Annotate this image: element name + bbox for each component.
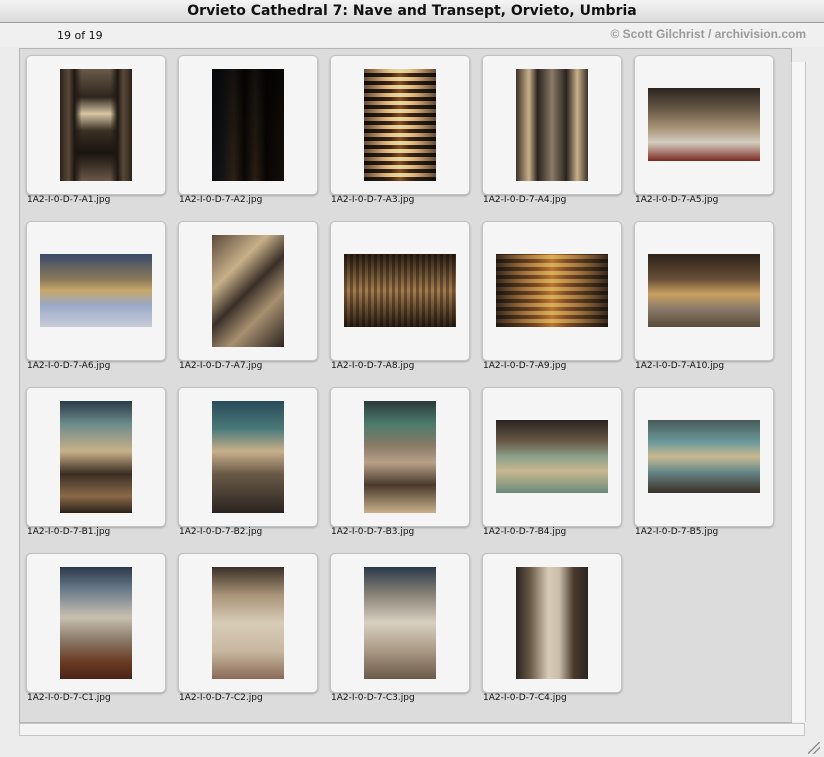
thumbnail-filename[interactable]: 1A2-I-0-D-7-A6.jpg xyxy=(27,361,110,371)
thumbnail-item[interactable]: 1A2-I-0-D-7-A10.jpg xyxy=(634,221,774,381)
thumbnail-frame[interactable] xyxy=(634,55,774,195)
thumbnail-item[interactable]: 1A2-I-0-D-7-C4.jpg xyxy=(482,553,622,713)
thumbnail-image[interactable] xyxy=(212,69,284,181)
thumbnail-filename[interactable]: 1A2-I-0-D-7-A5.jpg xyxy=(635,195,718,205)
thumbnail-filename[interactable]: 1A2-I-0-D-7-A7.jpg xyxy=(179,361,262,371)
thumbnail-filename[interactable]: 1A2-I-0-D-7-C2.jpg xyxy=(179,693,263,703)
thumbnail-frame[interactable] xyxy=(330,387,470,527)
vertical-scrollbar[interactable] xyxy=(791,62,806,722)
thumbnail-filename[interactable]: 1A2-I-0-D-7-A9.jpg xyxy=(483,361,566,371)
thumbnail-frame[interactable] xyxy=(26,387,166,527)
thumbnail-frame[interactable] xyxy=(482,387,622,527)
thumbnail-item[interactable]: 1A2-I-0-D-7-B1.jpg xyxy=(26,387,166,547)
thumbnail-item[interactable]: 1A2-I-0-D-7-C1.jpg xyxy=(26,553,166,713)
thumbnail-item[interactable]: 1A2-I-0-D-7-A3.jpg xyxy=(330,55,470,215)
status-bar xyxy=(0,738,824,757)
thumbnail-filename[interactable]: 1A2-I-0-D-7-B3.jpg xyxy=(331,527,414,537)
thumbnail-frame[interactable] xyxy=(26,221,166,361)
window-title: Orvieto Cathedral 7: Nave and Transept, … xyxy=(0,0,824,23)
thumbnail-item[interactable]: 1A2-I-0-D-7-B3.jpg xyxy=(330,387,470,547)
thumbnail-grid: 1A2-I-0-D-7-A1.jpg 1A2-I-0-D-7-A2.jpg 1A… xyxy=(19,48,792,723)
thumbnail-image[interactable] xyxy=(496,254,608,327)
thumbnail-item[interactable]: 1A2-I-0-D-7-A9.jpg xyxy=(482,221,622,381)
thumbnail-filename[interactable]: 1A2-I-0-D-7-A8.jpg xyxy=(331,361,414,371)
thumbnail-frame[interactable] xyxy=(482,55,622,195)
thumbnail-image[interactable] xyxy=(344,254,456,327)
thumbnail-image[interactable] xyxy=(40,254,152,327)
thumbnail-frame[interactable] xyxy=(330,553,470,693)
thumbnail-frame[interactable] xyxy=(178,55,318,195)
thumbnail-filename[interactable]: 1A2-I-0-D-7-C1.jpg xyxy=(27,693,111,703)
thumbnail-frame[interactable] xyxy=(330,55,470,195)
thumbnail-filename[interactable]: 1A2-I-0-D-7-A1.jpg xyxy=(27,195,110,205)
thumbnail-item[interactable]: 1A2-I-0-D-7-B2.jpg xyxy=(178,387,318,547)
thumbnail-image[interactable] xyxy=(648,254,760,327)
thumbnail-item[interactable]: 1A2-I-0-D-7-A5.jpg xyxy=(634,55,774,215)
thumbnail-image[interactable] xyxy=(364,401,436,513)
thumbnail-frame[interactable] xyxy=(178,221,318,361)
thumbnail-frame[interactable] xyxy=(26,55,166,195)
thumbnail-image[interactable] xyxy=(648,88,760,161)
image-count: 19 of 19 xyxy=(57,29,103,42)
thumbnail-image[interactable] xyxy=(496,420,608,493)
thumbnail-image[interactable] xyxy=(212,567,284,679)
thumbnail-frame[interactable] xyxy=(26,553,166,693)
thumbnail-image[interactable] xyxy=(60,567,132,679)
thumbnail-image[interactable] xyxy=(212,401,284,513)
thumbnail-item[interactable]: 1A2-I-0-D-7-C2.jpg xyxy=(178,553,318,713)
thumbnail-filename[interactable]: 1A2-I-0-D-7-C4.jpg xyxy=(483,693,567,703)
thumbnail-item[interactable]: 1A2-I-0-D-7-B5.jpg xyxy=(634,387,774,547)
thumbnail-frame[interactable] xyxy=(634,387,774,527)
thumbnail-image[interactable] xyxy=(648,420,760,493)
thumbnail-filename[interactable]: 1A2-I-0-D-7-A4.jpg xyxy=(483,195,566,205)
thumbnail-image[interactable] xyxy=(364,567,436,679)
thumbnail-image[interactable] xyxy=(516,69,588,181)
thumbnail-frame[interactable] xyxy=(634,221,774,361)
thumbnail-item[interactable]: 1A2-I-0-D-7-A4.jpg xyxy=(482,55,622,215)
thumbnail-frame[interactable] xyxy=(482,221,622,361)
thumbnail-filename[interactable]: 1A2-I-0-D-7-C3.jpg xyxy=(331,693,415,703)
thumbnail-filename[interactable]: 1A2-I-0-D-7-B4.jpg xyxy=(483,527,566,537)
thumbnail-item[interactable]: 1A2-I-0-D-7-A8.jpg xyxy=(330,221,470,381)
thumbnail-item[interactable]: 1A2-I-0-D-7-A1.jpg xyxy=(26,55,166,215)
thumbnail-item[interactable]: 1A2-I-0-D-7-B4.jpg xyxy=(482,387,622,547)
thumbnail-image[interactable] xyxy=(212,235,284,347)
thumbnail-item[interactable]: 1A2-I-0-D-7-A6.jpg xyxy=(26,221,166,381)
resize-grip-icon[interactable] xyxy=(808,742,820,754)
thumbnail-frame[interactable] xyxy=(330,221,470,361)
thumbnail-filename[interactable]: 1A2-I-0-D-7-B5.jpg xyxy=(635,527,718,537)
horizontal-scrollbar[interactable] xyxy=(19,723,805,736)
thumbnail-image[interactable] xyxy=(364,69,436,181)
thumbnail-item[interactable]: 1A2-I-0-D-7-C3.jpg xyxy=(330,553,470,713)
thumbnail-frame[interactable] xyxy=(178,387,318,527)
thumbnail-filename[interactable]: 1A2-I-0-D-7-B2.jpg xyxy=(179,527,262,537)
thumbnail-item[interactable]: 1A2-I-0-D-7-A2.jpg xyxy=(178,55,318,215)
gallery-header: 19 of 19 © Scott Gilchrist / archivision… xyxy=(0,23,824,47)
thumbnail-filename[interactable]: 1A2-I-0-D-7-A10.jpg xyxy=(635,361,724,371)
thumbnail-frame[interactable] xyxy=(482,553,622,693)
thumbnail-filename[interactable]: 1A2-I-0-D-7-B1.jpg xyxy=(27,527,110,537)
thumbnail-filename[interactable]: 1A2-I-0-D-7-A3.jpg xyxy=(331,195,414,205)
thumbnail-image[interactable] xyxy=(60,69,132,181)
thumbnail-filename[interactable]: 1A2-I-0-D-7-A2.jpg xyxy=(179,195,262,205)
thumbnail-image[interactable] xyxy=(516,567,588,679)
copyright-credit: © Scott Gilchrist / archivision.com xyxy=(610,27,806,41)
thumbnail-item[interactable]: 1A2-I-0-D-7-A7.jpg xyxy=(178,221,318,381)
thumbnail-frame[interactable] xyxy=(178,553,318,693)
thumbnail-image[interactable] xyxy=(60,401,132,513)
